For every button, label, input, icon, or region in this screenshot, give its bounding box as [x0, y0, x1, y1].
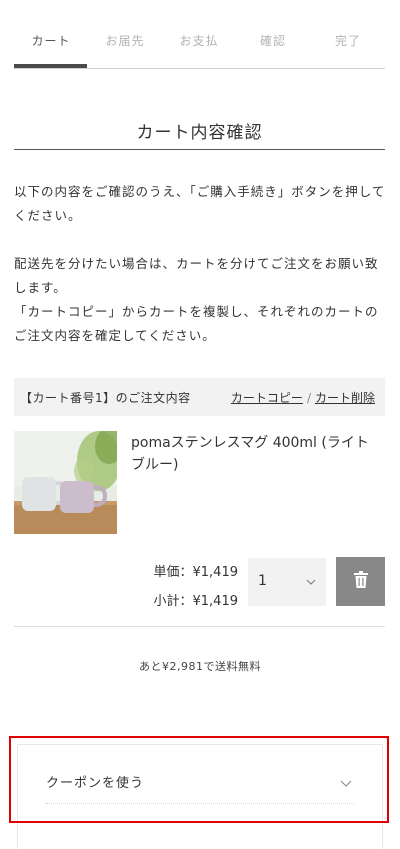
page-title: カート内容確認	[136, 123, 263, 143]
free-shipping-note: あと¥2,981で送料無料	[139, 660, 261, 673]
checkout-steps: カート お届先 お支払 確認 完了	[14, 0, 385, 69]
unit-price: 単価：¥1,419	[153, 565, 239, 580]
cart-number-label: 【カート番号1】のご注文内容	[20, 391, 191, 405]
cart-copy-link[interactable]: カートコピー	[231, 391, 303, 405]
step-delivery: お届先	[105, 34, 145, 48]
cart-delete-link[interactable]: カート削除	[315, 391, 375, 405]
trash-icon	[353, 570, 369, 593]
quantity-select[interactable]: 1	[248, 558, 326, 606]
use-coupon-toggle[interactable]: クーポンを使う	[46, 772, 144, 791]
cart-header: 【カート番号1】のご注文内容 カートコピー / カート削除	[14, 378, 385, 416]
coupon-divider	[46, 803, 354, 804]
price-summary: 単価：¥1,419 小計：¥1,419	[120, 558, 239, 616]
step-confirm: 確認	[259, 34, 286, 48]
product-photo-mugs	[14, 431, 117, 534]
quantity-value: 1	[258, 573, 267, 589]
delete-item-button[interactable]	[336, 557, 385, 606]
item-divider	[14, 626, 385, 627]
chevron-down-icon	[306, 574, 316, 590]
title-divider	[14, 149, 385, 150]
product-name[interactable]: pomaステンレスマグ 400ml (ライトブルー)	[131, 432, 381, 476]
step-payment: お支払	[179, 34, 219, 48]
link-separator: /	[306, 391, 311, 405]
intro-line-3: 「カートコピー」からカートを複製し、それぞれのカートのご注文内容を確定してくださ…	[14, 304, 379, 343]
intro-text: 以下の内容をご確認のうえ、「ご購入手続き」ボタンを押してください。 配送先を分け…	[14, 180, 386, 348]
step-complete: 完了	[334, 34, 361, 48]
intro-line-2: 配送先を分けたい場合は、カートを分けてご注文をお願い致します。	[14, 256, 379, 295]
step-cart: カート	[31, 34, 71, 48]
intro-line-1: 以下の内容をご確認のうえ、「ご購入手続き」ボタンを押してください。	[14, 184, 386, 223]
chevron-down-icon[interactable]	[340, 773, 352, 792]
subtotal-price: 小計：¥1,419	[153, 594, 239, 609]
product-image[interactable]	[14, 431, 117, 534]
active-step-indicator	[14, 64, 87, 68]
